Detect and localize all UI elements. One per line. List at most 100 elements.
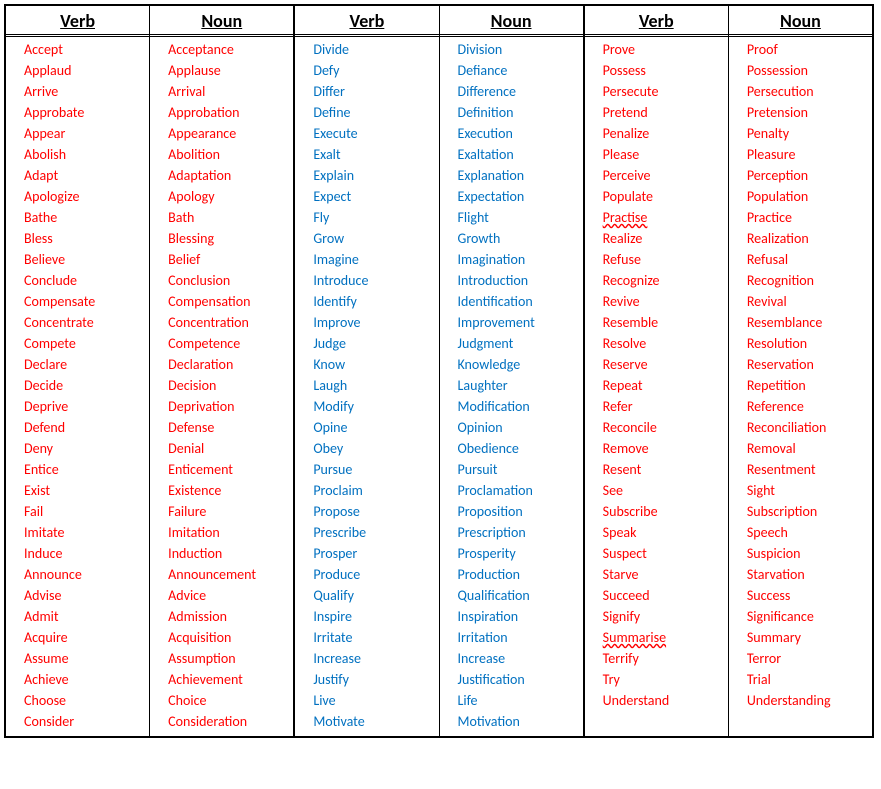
table-cell: Deprivation (168, 396, 293, 417)
table-cell: Recognition (747, 270, 872, 291)
table-cell: Arrive (24, 81, 149, 102)
table-cell: Conclude (24, 270, 149, 291)
table-cell: Defense (168, 417, 293, 438)
table-cell: Acceptance (168, 39, 293, 60)
table-cell: Appearance (168, 123, 293, 144)
table-cell: Declaration (168, 354, 293, 375)
table-cell: Admit (24, 606, 149, 627)
table-cell: Arrival (168, 81, 293, 102)
table-cell: Proof (747, 39, 872, 60)
table-cell: Induce (24, 543, 149, 564)
table-cell: Deny (24, 438, 149, 459)
table-cell: Acquisition (168, 627, 293, 648)
table-cell: Penalize (603, 123, 728, 144)
table-cell: Proclamation (458, 480, 583, 501)
table-cell: Divide (313, 39, 438, 60)
table-cell: Defy (313, 60, 438, 81)
table-cell: Explanation (458, 165, 583, 186)
table-cell: Resentment (747, 459, 872, 480)
table-cell: Consider (24, 711, 149, 732)
table-cell: Proposition (458, 501, 583, 522)
table-cell: Speak (603, 522, 728, 543)
table-cell: Exist (24, 480, 149, 501)
table-cell: Difference (458, 81, 583, 102)
table-cell: Proclaim (313, 480, 438, 501)
table-cell: Inspire (313, 606, 438, 627)
table-cell: Flight (458, 207, 583, 228)
table-cell: Division (458, 39, 583, 60)
table-cell: Significance (747, 606, 872, 627)
table-cell: Induction (168, 543, 293, 564)
noun-column: NounAcceptanceApplauseArrivalApprobation… (150, 6, 293, 736)
table-cell: Trial (747, 669, 872, 690)
noun-list: AcceptanceApplauseArrivalApprobationAppe… (150, 37, 293, 736)
table-cell: Laughter (458, 375, 583, 396)
table-cell: Abolition (168, 144, 293, 165)
table-cell: Increase (458, 648, 583, 669)
table-cell: Apology (168, 186, 293, 207)
table-cell: Resemblance (747, 312, 872, 333)
table-cell: Growth (458, 228, 583, 249)
table-cell: Entice (24, 459, 149, 480)
table-cell: Summarise (603, 627, 728, 648)
table-cell: Increase (313, 648, 438, 669)
table-cell: Execute (313, 123, 438, 144)
table-cell: Compensate (24, 291, 149, 312)
header-noun: Noun (729, 6, 872, 37)
table-cell: Competence (168, 333, 293, 354)
table-cell: Bath (168, 207, 293, 228)
table-cell: Admission (168, 606, 293, 627)
table-cell: Signify (603, 606, 728, 627)
header-noun: Noun (150, 6, 293, 37)
table-cell: Announcement (168, 564, 293, 585)
table-cell: Improvement (458, 312, 583, 333)
table-cell: Concentrate (24, 312, 149, 333)
table-cell: Judgment (458, 333, 583, 354)
verb-list: AcceptApplaudArriveApprobateAppearAbolis… (6, 37, 149, 736)
table-cell: Achieve (24, 669, 149, 690)
table-cell: Live (313, 690, 438, 711)
table-cell: Imagination (458, 249, 583, 270)
table-cell: Prosperity (458, 543, 583, 564)
table-cell: Populate (603, 186, 728, 207)
table-cell: Repeat (603, 375, 728, 396)
table-cell: Practise (603, 207, 728, 228)
table-cell: Abolish (24, 144, 149, 165)
table-cell: Perceive (603, 165, 728, 186)
table-cell: Understand (603, 690, 728, 711)
table-cell: Decide (24, 375, 149, 396)
table-cell: Realize (603, 228, 728, 249)
table-cell: Modification (458, 396, 583, 417)
table-cell: Refuse (603, 249, 728, 270)
verb-noun-table: Verb AcceptApplaudArriveApprobateAppearAb… (4, 4, 874, 738)
verb-column: VerbDivideDefyDifferDefineExecuteExaltEx… (295, 6, 439, 736)
table-cell: Resolve (603, 333, 728, 354)
table-cell: Motivate (313, 711, 438, 732)
table-cell: Pursuit (458, 459, 583, 480)
table-cell: Terrify (603, 648, 728, 669)
table-cell: Reservation (747, 354, 872, 375)
table-cell: Adaptation (168, 165, 293, 186)
verb-column: VerbProvePossessPersecutePretendPenalize… (585, 6, 729, 736)
table-cell: Summary (747, 627, 872, 648)
table-cell: Conclusion (168, 270, 293, 291)
table-cell: Obey (313, 438, 438, 459)
table-cell: Fly (313, 207, 438, 228)
table-cell: Irritate (313, 627, 438, 648)
header-verb: Verb (585, 6, 728, 37)
noun-list: ProofPossessionPersecutionPretensionPena… (729, 37, 872, 715)
table-cell: Reserve (603, 354, 728, 375)
table-cell: Enticement (168, 459, 293, 480)
table-cell: Adapt (24, 165, 149, 186)
table-cell: Life (458, 690, 583, 711)
table-cell: Refusal (747, 249, 872, 270)
table-cell: Apologize (24, 186, 149, 207)
table-cell: Perception (747, 165, 872, 186)
table-cell: Prescribe (313, 522, 438, 543)
column-group-3: VerbProvePossessPersecutePretendPenalize… (585, 6, 872, 736)
table-cell: Exaltation (458, 144, 583, 165)
table-cell: Revival (747, 291, 872, 312)
table-cell: Acquire (24, 627, 149, 648)
table-cell: Practice (747, 207, 872, 228)
table-cell: Qualification (458, 585, 583, 606)
